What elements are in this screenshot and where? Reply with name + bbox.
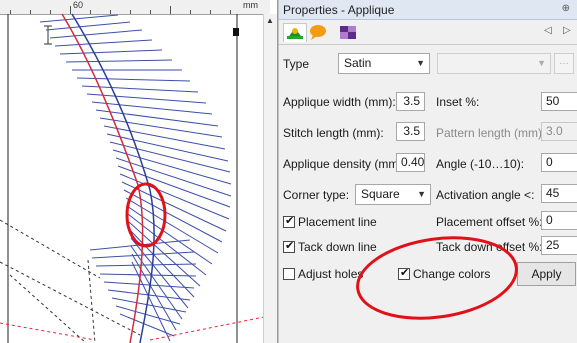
- design-canvas[interactable]: 60 mm ▲: [0, 0, 278, 343]
- type-value: Satin: [344, 56, 372, 70]
- speech-tab[interactable]: [307, 23, 329, 41]
- chevron-down-icon: ▼: [416, 58, 425, 68]
- tack-down-line-checkbox[interactable]: ✔: [283, 240, 295, 253]
- tab-scroll-left-icon[interactable]: ◁: [544, 25, 552, 36]
- tab-strip: ◁ ▷: [279, 20, 577, 45]
- panel-title: Properties - Applique: [283, 3, 395, 17]
- applique-width-label: Applique width (mm):: [283, 95, 396, 109]
- fill-tab[interactable]: [337, 23, 359, 41]
- tack-down-offset-input[interactable]: 25: [541, 236, 577, 255]
- check-icon: ✔: [285, 240, 295, 252]
- apply-button[interactable]: Apply: [517, 262, 576, 286]
- stitch-length-label: Stitch length (mm):: [283, 126, 384, 140]
- inset-input[interactable]: 50: [541, 92, 577, 111]
- scroll-up-icon[interactable]: ▲: [266, 16, 274, 25]
- pattern-select: ▼ …: [437, 53, 574, 74]
- inset-label: Inset %:: [436, 95, 480, 109]
- corner-type-select[interactable]: Square ▼: [355, 184, 431, 205]
- applique-density-input[interactable]: 0.40: [396, 153, 425, 172]
- angle-input[interactable]: 0: [541, 153, 577, 172]
- panel-title-bar: Properties - Applique ⊕: [279, 0, 577, 20]
- pin-icon[interactable]: ⊕: [562, 3, 570, 14]
- pattern-fill-icon: [340, 26, 356, 39]
- placement-line-label: Placement line: [298, 215, 377, 229]
- angle-label: Angle (-10…10):: [436, 157, 525, 171]
- text-cursor-icon: [44, 25, 52, 45]
- change-colors-checkbox[interactable]: ✔: [398, 267, 410, 280]
- type-select[interactable]: Satin ▼: [338, 53, 430, 74]
- tack-down-offset-label: Tack down offset %:: [436, 240, 543, 254]
- speech-bubble-icon: [310, 25, 326, 40]
- adjust-holes-label: Adjust holes: [298, 267, 364, 281]
- browse-button: …: [554, 53, 574, 74]
- chevron-down-icon: ▼: [417, 189, 426, 199]
- tack-down-line-label: Tack down line: [298, 240, 377, 254]
- properties-panel: Properties - Applique ⊕ ◁ ▷ Type Satin ▼…: [278, 0, 577, 343]
- applique-tab[interactable]: [283, 23, 307, 42]
- tab-scroll-right-icon[interactable]: ▷: [563, 25, 571, 36]
- vertical-scrollbar[interactable]: ▲: [263, 14, 277, 343]
- placement-line-checkbox[interactable]: ✔: [283, 215, 295, 228]
- placement-offset-label: Placement offset %:: [436, 215, 543, 229]
- stitch-design: [0, 13, 264, 343]
- check-icon: ✔: [285, 215, 295, 227]
- pattern-length-label: Pattern length (mm):: [436, 126, 546, 140]
- change-colors-label: Change colors: [413, 267, 491, 281]
- applique-density-label: Applique density (mm):: [283, 157, 406, 171]
- activation-angle-label: Activation angle <:: [436, 188, 535, 202]
- applique-width-input[interactable]: 3.5: [396, 92, 425, 111]
- corner-type-value: Square: [361, 187, 400, 201]
- adjust-holes-checkbox[interactable]: [283, 268, 295, 280]
- pattern-length-input: 3.0: [541, 122, 577, 141]
- applique-icon: [287, 28, 303, 39]
- type-label: Type: [283, 57, 310, 71]
- corner-type-label: Corner type:: [283, 188, 350, 202]
- check-icon: ✔: [400, 267, 410, 279]
- chevron-down-icon: ▼: [537, 58, 546, 68]
- placement-offset-input[interactable]: 0: [541, 211, 577, 230]
- stitch-length-input[interactable]: 3.5: [396, 122, 425, 141]
- activation-angle-input[interactable]: 45: [541, 184, 577, 203]
